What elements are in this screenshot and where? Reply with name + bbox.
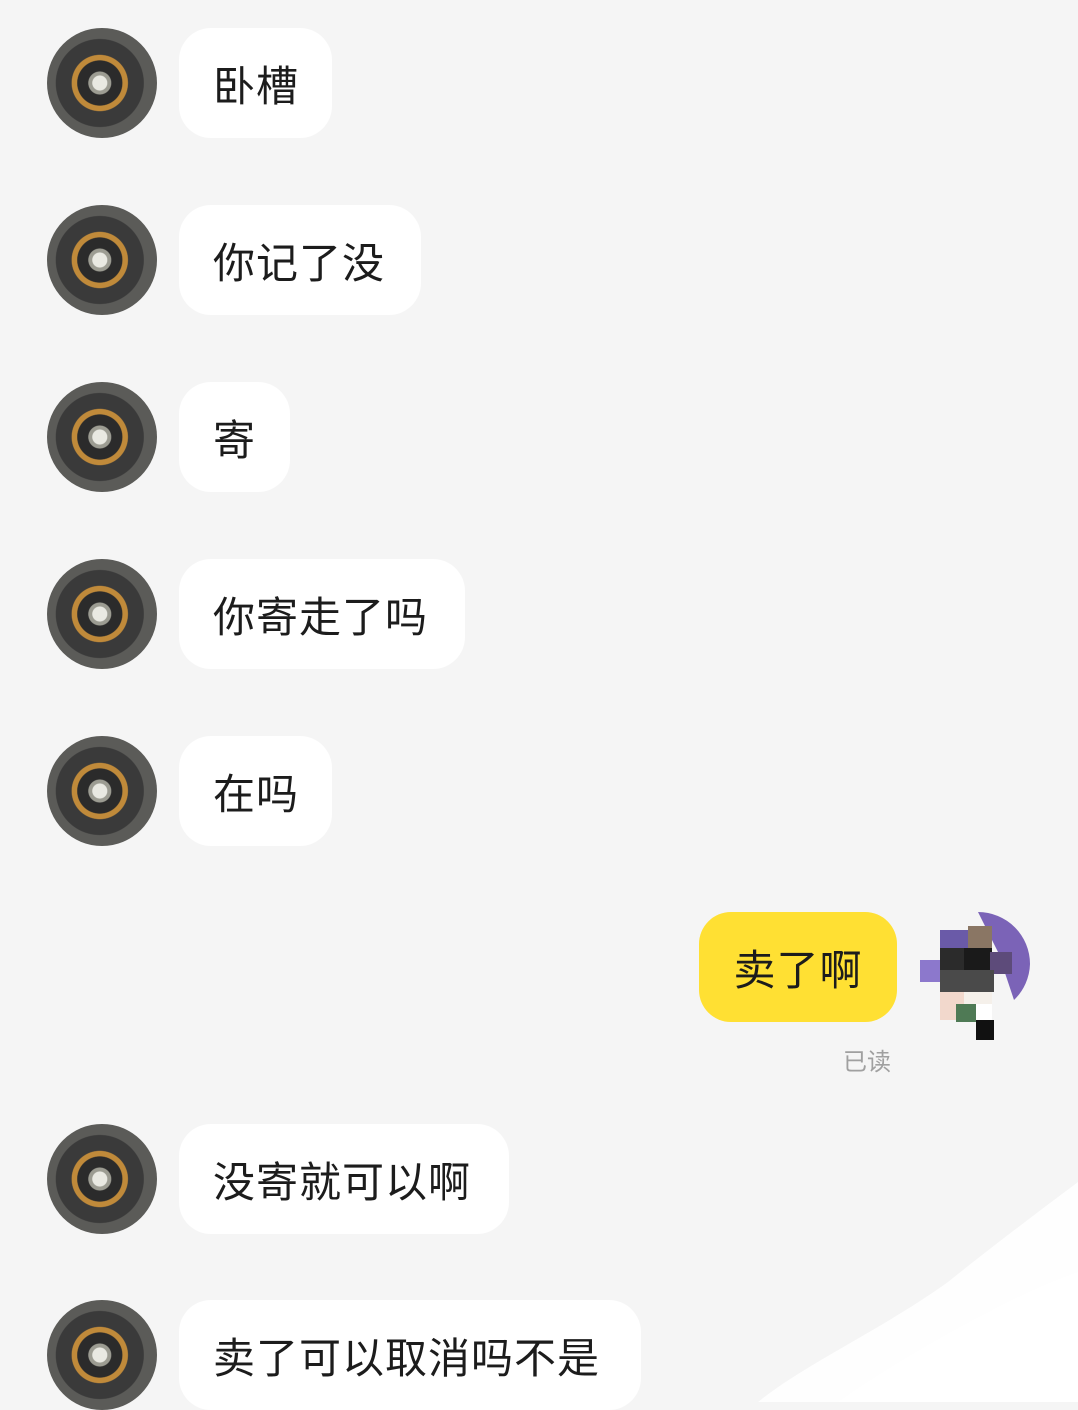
message-bubble-incoming[interactable]: 卧槽 xyxy=(179,28,332,138)
message-bubble-incoming[interactable]: 卖了可以取消吗不是 xyxy=(179,1300,641,1410)
message-row-incoming: 卧槽 xyxy=(0,28,1078,138)
message-bubble-outgoing[interactable]: 卖了啊 xyxy=(699,912,897,1022)
contact-avatar-icon[interactable] xyxy=(47,1300,157,1410)
read-status: 已读 xyxy=(843,1048,891,1076)
contact-avatar-icon[interactable] xyxy=(47,736,157,846)
message-text: 你记了没 xyxy=(213,238,386,288)
message-row-incoming: 没寄就可以啊 xyxy=(0,1124,1078,1234)
contact-avatar-icon[interactable] xyxy=(47,28,157,138)
message-text: 在吗 xyxy=(213,769,300,819)
message-row-outgoing: 卖了啊 已读 xyxy=(0,912,1078,1082)
message-text: 你寄走了吗 xyxy=(213,592,429,642)
message-bubble-incoming[interactable]: 你记了没 xyxy=(179,205,421,315)
message-row-incoming: 你寄走了吗 xyxy=(0,559,1078,669)
contact-avatar-icon[interactable] xyxy=(47,559,157,669)
message-text: 没寄就可以啊 xyxy=(213,1157,472,1207)
message-bubble-incoming[interactable]: 在吗 xyxy=(179,736,332,846)
message-bubble-incoming[interactable]: 没寄就可以啊 xyxy=(179,1124,509,1234)
message-row-incoming: 在吗 xyxy=(0,736,1078,846)
contact-avatar-icon[interactable] xyxy=(47,1124,157,1234)
message-bubble-incoming[interactable]: 寄 xyxy=(179,382,290,492)
contact-avatar-icon[interactable] xyxy=(47,382,157,492)
message-text: 卖了可以取消吗不是 xyxy=(213,1333,601,1383)
message-row-incoming: 卖了可以取消吗不是 xyxy=(0,1300,1078,1410)
message-text: 寄 xyxy=(213,415,257,465)
contact-avatar-icon[interactable] xyxy=(47,205,157,315)
message-row-incoming: 你记了没 xyxy=(0,205,1078,315)
message-row-incoming: 寄 xyxy=(0,382,1078,492)
message-text: 卖了啊 xyxy=(733,945,863,995)
message-bubble-incoming[interactable]: 你寄走了吗 xyxy=(179,559,465,669)
message-text: 卧槽 xyxy=(213,61,300,111)
chat-message-list[interactable]: 卧槽 你记了没 寄 你寄走了吗 在吗 卖了啊 已读 没寄就可以啊 卖了可以取消吗… xyxy=(0,0,1078,1410)
pixelated-avatar-icon[interactable] xyxy=(920,912,1032,1042)
